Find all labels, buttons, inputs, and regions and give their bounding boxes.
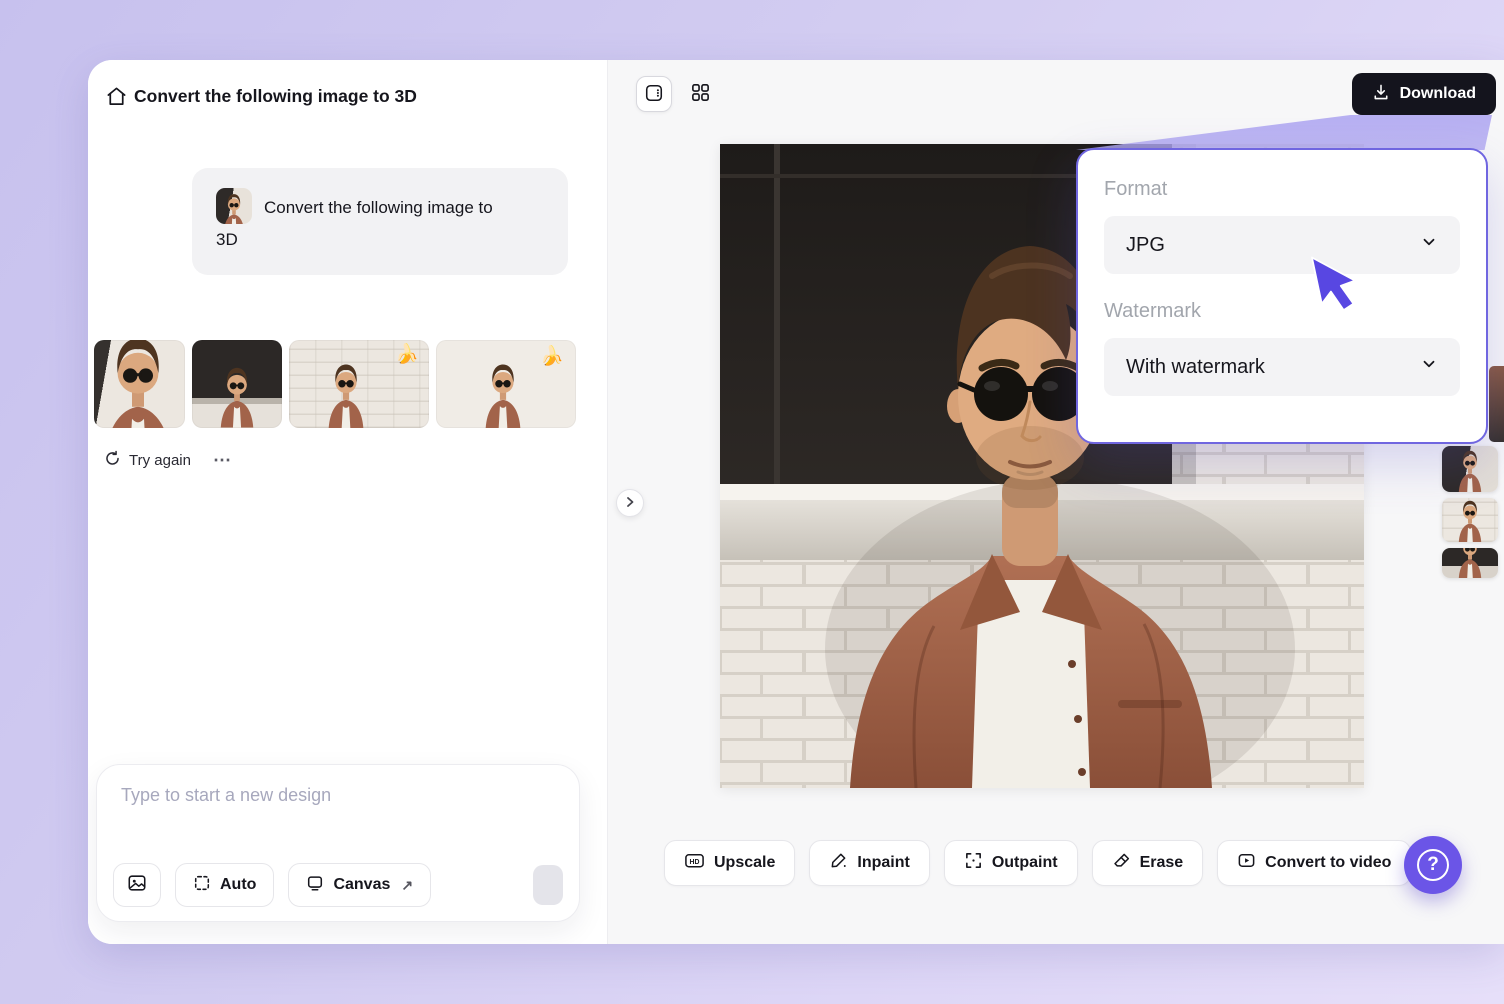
format-value: JPG — [1126, 233, 1165, 256]
history-thumbnail-2[interactable] — [1442, 498, 1498, 542]
erase-button[interactable]: Erase — [1091, 840, 1204, 886]
single-view-button[interactable] — [636, 76, 672, 112]
chevron-right-icon — [624, 496, 636, 511]
inpaint-label: Inpaint — [857, 854, 910, 871]
history-thumbnail-1[interactable] — [1442, 446, 1498, 492]
image-actions-toolbar: HD Upscale Inpaint Outpaint Erase Conver… — [664, 840, 1412, 886]
refresh-icon — [104, 450, 121, 471]
svg-text:HD: HD — [690, 859, 700, 866]
collapse-panel-button[interactable] — [616, 489, 644, 517]
result-image-2 — [208, 358, 266, 428]
try-again-label: Try again — [129, 452, 191, 469]
user-message-text: Convert the following image to 3D — [216, 198, 493, 249]
expand-icon — [964, 851, 983, 875]
grid-view-button[interactable] — [682, 76, 718, 112]
auto-mode-button[interactable]: Auto — [175, 863, 275, 907]
result-thumbnail-2[interactable] — [192, 340, 282, 428]
home-button[interactable] — [96, 78, 136, 118]
watermark-label: Watermark — [1104, 300, 1202, 322]
result-thumbnail-1[interactable] — [94, 340, 185, 428]
format-section: Format JPG — [1104, 178, 1460, 274]
composer-toolbar: Auto Canvas ↗ — [113, 863, 563, 907]
chat-panel: Convert the following image to 3D Conver… — [88, 60, 608, 944]
result-thumbnails: 🍌 🍌 — [94, 340, 576, 428]
download-label: Download — [1399, 85, 1476, 102]
upscale-button[interactable]: HD Upscale — [664, 840, 796, 886]
brush-icon — [829, 851, 848, 875]
export-options-popup: Format JPG Watermark With watermark — [1076, 148, 1488, 444]
single-view-icon — [644, 83, 664, 106]
page: Convert the following image to 3D Conver… — [0, 0, 1504, 1004]
image-icon — [127, 873, 147, 898]
canvas-icon — [306, 874, 324, 897]
inpaint-button[interactable]: Inpaint — [809, 840, 930, 886]
format-label: Format — [1104, 178, 1168, 200]
result-thumbnail-4[interactable]: 🍌 — [436, 340, 576, 428]
download-icon — [1372, 83, 1390, 106]
watermark-section: Watermark With watermark — [1104, 300, 1460, 396]
convert-to-video-label: Convert to video — [1265, 854, 1392, 871]
chevron-down-icon — [1420, 233, 1438, 257]
chevron-down-icon — [1420, 355, 1438, 379]
prompt-input[interactable] — [121, 785, 555, 845]
eraser-icon — [1112, 851, 1131, 875]
help-button[interactable]: ? — [1404, 836, 1462, 894]
user-message-bubble: Convert the following image to 3D — [192, 168, 568, 275]
result-image-4 — [472, 354, 534, 428]
banana-emoji: 🍌 — [540, 346, 564, 367]
send-button[interactable] — [533, 865, 563, 905]
result-image-1 — [94, 340, 185, 428]
outpaint-label: Outpaint — [991, 854, 1058, 871]
user-message: Convert the following image to 3D — [216, 188, 494, 255]
watermark-select[interactable]: With watermark — [1104, 338, 1460, 396]
grid-view-icon — [690, 82, 711, 106]
watermark-value: With watermark — [1126, 355, 1265, 378]
app-window: Convert the following image to 3D Conver… — [88, 60, 1504, 944]
erase-label: Erase — [1139, 854, 1184, 871]
popup-beam — [1076, 115, 1492, 150]
try-again-button[interactable]: Try again — [104, 450, 191, 471]
ellipsis-icon: ⋯ — [212, 450, 232, 470]
add-image-button[interactable] — [113, 863, 161, 907]
more-options-button[interactable]: ⋯ — [213, 450, 232, 471]
hd-icon: HD — [684, 850, 705, 876]
history-thumbnail-3[interactable] — [1442, 548, 1498, 578]
auto-label: Auto — [220, 876, 257, 893]
history-image-3 — [1450, 548, 1490, 578]
convert-to-video-button[interactable]: Convert to video — [1217, 840, 1412, 886]
result-thumbnail-3[interactable]: 🍌 — [289, 340, 429, 428]
format-select[interactable]: JPG — [1104, 216, 1460, 274]
download-button[interactable]: Download — [1351, 73, 1496, 115]
result-actions: Try again ⋯ — [104, 450, 232, 471]
auto-select-icon — [193, 874, 211, 897]
banana-emoji: 🍌 — [395, 344, 419, 365]
message-attachment-thumbnail — [216, 188, 252, 224]
canvas-label: Canvas — [333, 876, 391, 893]
open-external-icon: ↗ — [401, 876, 414, 893]
outpaint-button[interactable]: Outpaint — [943, 840, 1078, 886]
history-image-2 — [1450, 498, 1490, 542]
home-icon — [105, 85, 128, 111]
video-icon — [1237, 851, 1256, 875]
result-image-3 — [315, 354, 377, 428]
question-mark-icon: ? — [1417, 849, 1449, 881]
canvas-mode-button[interactable]: Canvas ↗ — [288, 863, 432, 907]
canvas-panel: Format JPG Watermark With watermark Down… — [608, 60, 1504, 944]
page-title: Convert the following image to 3D — [134, 86, 417, 106]
prompt-composer: Auto Canvas ↗ — [96, 764, 580, 922]
history-thumbnail-partial[interactable] — [1489, 366, 1504, 442]
history-image-1 — [1450, 446, 1490, 492]
upscale-label: Upscale — [714, 854, 776, 871]
